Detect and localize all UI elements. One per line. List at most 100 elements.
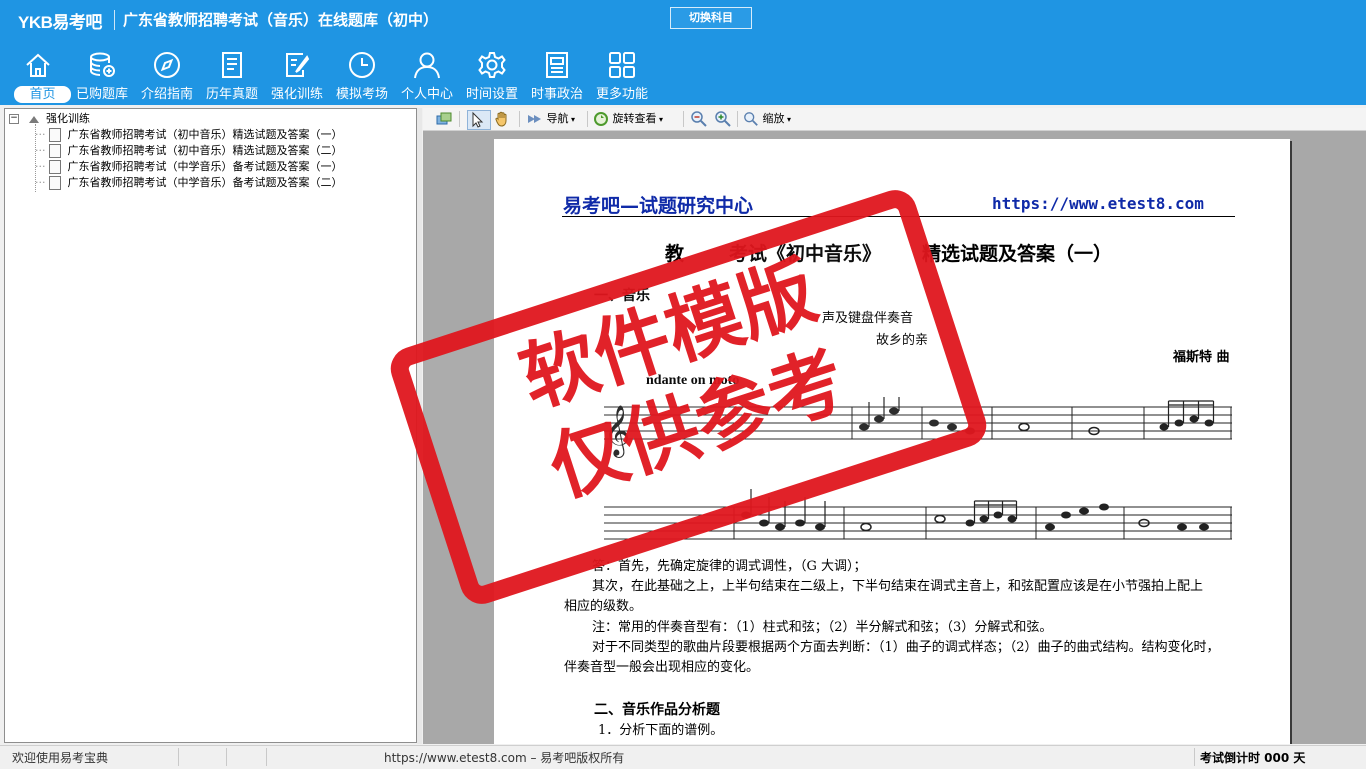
note-line-2: 对于不同类型的歌曲片段要根据两个方面去判断：（1）曲子的调式样态；（2）曲子的曲… bbox=[592, 640, 1220, 655]
status-separator bbox=[226, 748, 227, 766]
viewer-toolbar: 导航 ▾ 旋转查看 ▾ 缩放 ▾ bbox=[423, 108, 1366, 131]
tree-item[interactable]: ··· 广东省教师招聘考试（中学音乐）备考试题及答案（一） bbox=[35, 159, 343, 175]
tree-root-label: 强化训练 bbox=[46, 112, 90, 125]
tree-dots: ··· bbox=[35, 160, 46, 173]
status-welcome: 欢迎使用易考宝典 bbox=[12, 751, 109, 765]
clock-icon bbox=[349, 52, 375, 78]
composer: 福斯特 曲 bbox=[1173, 350, 1230, 365]
select-tool-button[interactable] bbox=[467, 110, 491, 130]
tree-item-label: 广东省教师招聘考试（中学音乐）备考试题及答案（一） bbox=[67, 160, 343, 173]
app-header: YKB易考吧 广东省教师招聘考试（音乐）在线题库（初中） 切换科目 首页 已购题… bbox=[0, 0, 1366, 105]
nav-more[interactable]: 更多功能 bbox=[590, 46, 654, 104]
zoom-menu[interactable]: 缩放 ▾ bbox=[743, 110, 791, 128]
nav-guide-label: 介绍指南 bbox=[140, 87, 193, 102]
nav-mock-exam[interactable]: 模拟考场 bbox=[330, 46, 394, 104]
document-icon bbox=[49, 176, 61, 190]
rotate-label: 旋转查看 bbox=[612, 112, 657, 125]
exam-countdown: 考试倒计时 000 天 bbox=[1200, 751, 1306, 765]
tree-dots: ··· bbox=[35, 176, 46, 189]
document-icon bbox=[49, 128, 61, 142]
toolbar-separator bbox=[737, 111, 738, 127]
nav-home-label: 首页 bbox=[14, 86, 71, 103]
user-icon bbox=[414, 52, 440, 79]
tree-item[interactable]: ··· 广东省教师招聘考试（中学音乐）备考试题及答案（二） bbox=[35, 175, 343, 191]
doc-header-left: 易考吧—试题研究中心 bbox=[563, 195, 754, 217]
tree-item-label: 广东省教师招聘考试（初中音乐）精选试题及答案（二） bbox=[67, 144, 343, 157]
title-divider bbox=[114, 10, 115, 30]
gear-icon bbox=[478, 52, 506, 78]
layers-button[interactable] bbox=[435, 110, 453, 128]
compass-icon bbox=[154, 52, 180, 78]
nav-past-papers-label: 历年真题 bbox=[205, 87, 258, 102]
app-logo: YKB易考吧 bbox=[18, 13, 102, 32]
pointer-icon bbox=[472, 111, 484, 128]
status-bar: 欢迎使用易考宝典 https://www.etest8.com – 易考吧版权所… bbox=[0, 745, 1366, 769]
tree-root[interactable]: − 强化训练 bbox=[9, 111, 90, 127]
hand-tool-button[interactable] bbox=[493, 110, 511, 128]
status-copyright: https://www.etest8.com – 易考吧版权所有 bbox=[384, 751, 625, 765]
document-icon bbox=[49, 144, 61, 158]
newspaper-icon bbox=[546, 52, 568, 78]
section-two-heading: 二、音乐作品分析题 bbox=[594, 702, 720, 718]
status-separator bbox=[266, 748, 267, 766]
zoom-label: 缩放 bbox=[762, 112, 785, 125]
status-separator bbox=[178, 748, 179, 766]
zoom-icon bbox=[744, 112, 758, 126]
answer-line-1: 答：首先，先确定旋律的调式调性，（G 大调）； bbox=[592, 559, 867, 574]
tree-item[interactable]: ··· 广东省教师招聘考试（初中音乐）精选试题及答案（一） bbox=[35, 127, 343, 143]
zoom-in-icon bbox=[715, 111, 731, 127]
answer-line-2: 其次，在此基础之上，上半句结束在二级上，下半句结束在调式主音上，和弦配置应该是在… bbox=[592, 579, 1204, 594]
nav-time-settings[interactable]: 时间设置 bbox=[460, 46, 524, 104]
document-icon bbox=[49, 160, 61, 174]
zoom-in-button[interactable] bbox=[714, 110, 732, 128]
rotate-menu[interactable]: 旋转查看 ▾ bbox=[593, 110, 663, 128]
navigate-icon bbox=[528, 115, 541, 123]
nav-guide[interactable]: 介绍指南 bbox=[135, 46, 199, 104]
answer-line-3: 相应的级数。 bbox=[564, 599, 643, 614]
navigate-menu[interactable]: 导航 ▾ bbox=[527, 110, 575, 128]
nav-home[interactable]: 首页 bbox=[6, 46, 71, 104]
nav-training[interactable]: 强化训练 bbox=[265, 46, 329, 104]
app-title: 广东省教师招聘考试（音乐）在线题库（初中） bbox=[123, 12, 439, 29]
nav-purchased[interactable]: 已购题库 bbox=[70, 46, 134, 104]
toolbar-separator bbox=[683, 111, 684, 127]
nav-politics-label: 时事政治 bbox=[530, 87, 583, 102]
toolbar-separator bbox=[519, 111, 520, 127]
tree-panel: − 强化训练 ··· 广东省教师招聘考试（初中音乐）精选试题及答案（一） ···… bbox=[4, 108, 417, 743]
grid-icon bbox=[609, 52, 635, 78]
nav-training-label: 强化训练 bbox=[270, 87, 323, 102]
question-1: 1．分析下面的谱例。 bbox=[598, 723, 724, 738]
status-separator bbox=[1194, 748, 1195, 766]
tree-item-label: 广东省教师招聘考试（中学音乐）备考试题及答案（二） bbox=[67, 176, 343, 189]
switch-subject-button[interactable]: 切换科目 bbox=[670, 7, 752, 29]
nav-time-settings-label: 时间设置 bbox=[465, 87, 518, 102]
toolbar-separator bbox=[587, 111, 588, 127]
title-bar: YKB易考吧 广东省教师招聘考试（音乐）在线题库（初中） 切换科目 bbox=[0, 0, 1366, 38]
tree-item-label: 广东省教师招聘考试（初中音乐）精选试题及答案（一） bbox=[67, 128, 343, 141]
edit-icon bbox=[286, 53, 310, 77]
nav-personal-label: 个人中心 bbox=[400, 87, 453, 102]
hand-icon bbox=[495, 111, 507, 127]
database-icon bbox=[90, 52, 115, 77]
nav-purchased-label: 已购题库 bbox=[75, 87, 128, 102]
zoom-out-icon bbox=[691, 111, 707, 127]
nav-politics[interactable]: 时事政治 bbox=[525, 46, 589, 104]
note-line-3: 伴奏音型一般会出现相应的变化。 bbox=[564, 660, 760, 675]
doc-header-url: https://www.etest8.com bbox=[992, 194, 1204, 213]
toolbar-separator bbox=[459, 111, 460, 127]
tree-item[interactable]: ··· 广东省教师招聘考试（初中音乐）精选试题及答案（二） bbox=[35, 143, 343, 159]
nav-more-label: 更多功能 bbox=[595, 87, 648, 102]
nav-mock-exam-label: 模拟考场 bbox=[335, 87, 388, 102]
collapse-toggle-icon[interactable]: − bbox=[9, 114, 19, 124]
nav-past-papers[interactable]: 历年真题 bbox=[200, 46, 264, 104]
home-icon bbox=[26, 53, 50, 77]
rotate-icon bbox=[594, 112, 608, 126]
folder-triangle-icon bbox=[28, 115, 39, 123]
zoom-out-button[interactable] bbox=[690, 110, 708, 128]
layers-icon bbox=[436, 112, 452, 125]
tree-dots: ··· bbox=[35, 128, 46, 141]
nav-personal[interactable]: 个人中心 bbox=[395, 46, 459, 104]
main-nav: 首页 已购题库 介绍指南 历年真题 强化训练 模拟考场 个人中心 时间设置 时事… bbox=[0, 46, 1366, 106]
doc-title-end: 精选试题及答案（一） bbox=[922, 243, 1113, 265]
tree-dots: ··· bbox=[35, 144, 46, 157]
